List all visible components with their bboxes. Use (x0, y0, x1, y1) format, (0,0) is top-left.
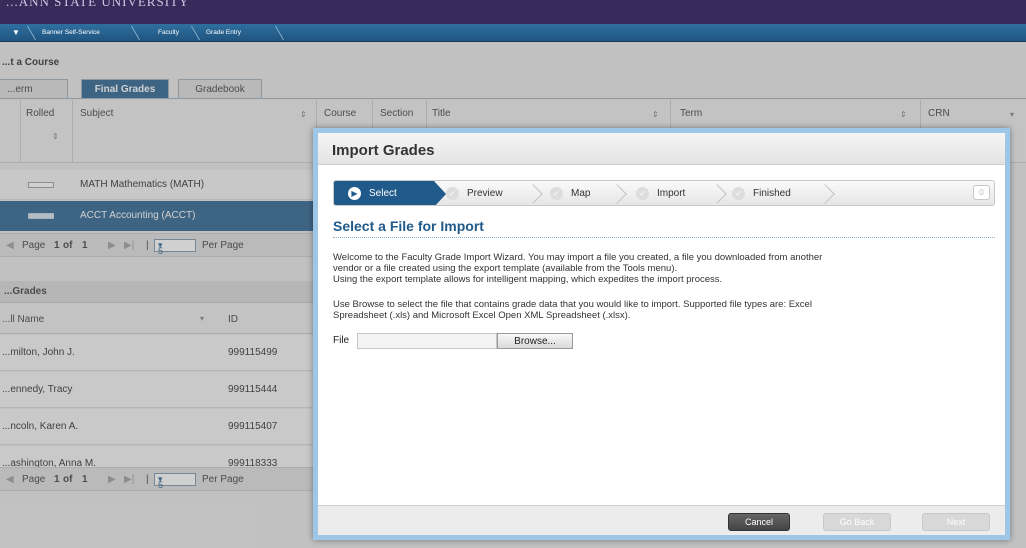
next-button[interactable]: Next (922, 513, 990, 531)
step-preview[interactable]: ✓ Preview (446, 181, 503, 205)
go-back-button[interactable]: Go Back (823, 513, 891, 531)
university-brand: ...ANN STATE UNIVERSITY (6, 0, 190, 9)
step-count-badge: 0 (973, 185, 990, 200)
check-icon: ✓ (636, 186, 649, 200)
cancel-button[interactable]: Cancel (728, 513, 790, 531)
step-label: Preview (467, 188, 503, 199)
step-label: Finished (753, 188, 791, 199)
intro-line: Using the export template allows for int… (333, 274, 723, 285)
check-icon: ✓ (446, 186, 459, 200)
step-select[interactable]: ▶ Select (348, 181, 397, 205)
breadcrumb-separator (17, 26, 37, 40)
check-icon: ✓ (732, 186, 745, 200)
step-separator (523, 184, 543, 204)
instructions-paragraph: Use Browse to select the file that conta… (333, 299, 995, 321)
wizard-steps: ▶ Select ✓ Preview ✓ Map ✓ Import ✓ Finished … (333, 180, 995, 206)
step-separator (707, 184, 727, 204)
intro-line: vendor or a file created using the expor… (333, 263, 678, 274)
intro-paragraph: Welcome to the Faculty Grade Import Wiza… (333, 252, 995, 285)
breadcrumb: ▼ Banner Self-Service Faculty Grade Entr… (0, 24, 1026, 42)
step-separator (815, 184, 835, 204)
step-label: Import (657, 188, 686, 199)
file-path-input[interactable] (357, 333, 497, 349)
file-label: File (333, 335, 350, 346)
step-map[interactable]: ✓ Map (550, 181, 591, 205)
breadcrumb-separator (181, 26, 201, 40)
instructions-line: Spreadsheet (.xls) and Microsoft Excel O… (333, 310, 631, 321)
play-icon: ▶ (348, 186, 361, 200)
check-icon: ✓ (550, 186, 563, 200)
breadcrumb-faculty[interactable]: Faculty (158, 24, 179, 42)
breadcrumb-separator (265, 26, 285, 40)
dialog-footer: Cancel Go Back Next (318, 505, 1005, 535)
dialog-header: Import Grades (318, 133, 1005, 165)
breadcrumb-banner[interactable]: Banner Self-Service (42, 24, 100, 42)
file-row: File Browse... (333, 333, 995, 349)
top-banner: ...ANN STATE UNIVERSITY (0, 0, 1026, 24)
step-label: Select (369, 188, 397, 199)
step-label: Map (571, 188, 591, 199)
step-finished[interactable]: ✓ Finished (732, 181, 791, 205)
import-grades-dialog: Import Grades ▶ Select ✓ Preview ✓ Map ✓ Imp… (313, 128, 1010, 540)
section-heading: Select a File for Import (333, 218, 995, 238)
breadcrumb-separator (121, 26, 141, 40)
dialog-title: Import Grades (332, 142, 435, 159)
intro-line: Welcome to the Faculty Grade Import Wiza… (333, 252, 823, 263)
step-import[interactable]: ✓ Import (636, 181, 686, 205)
instructions-line: Use Browse to select the file that conta… (333, 299, 812, 310)
step-separator (607, 184, 627, 204)
dialog-body: Select a File for Import Welcome to the … (333, 218, 995, 349)
breadcrumb-grade-entry[interactable]: Grade Entry (206, 24, 241, 42)
browse-button[interactable]: Browse... (497, 333, 573, 349)
